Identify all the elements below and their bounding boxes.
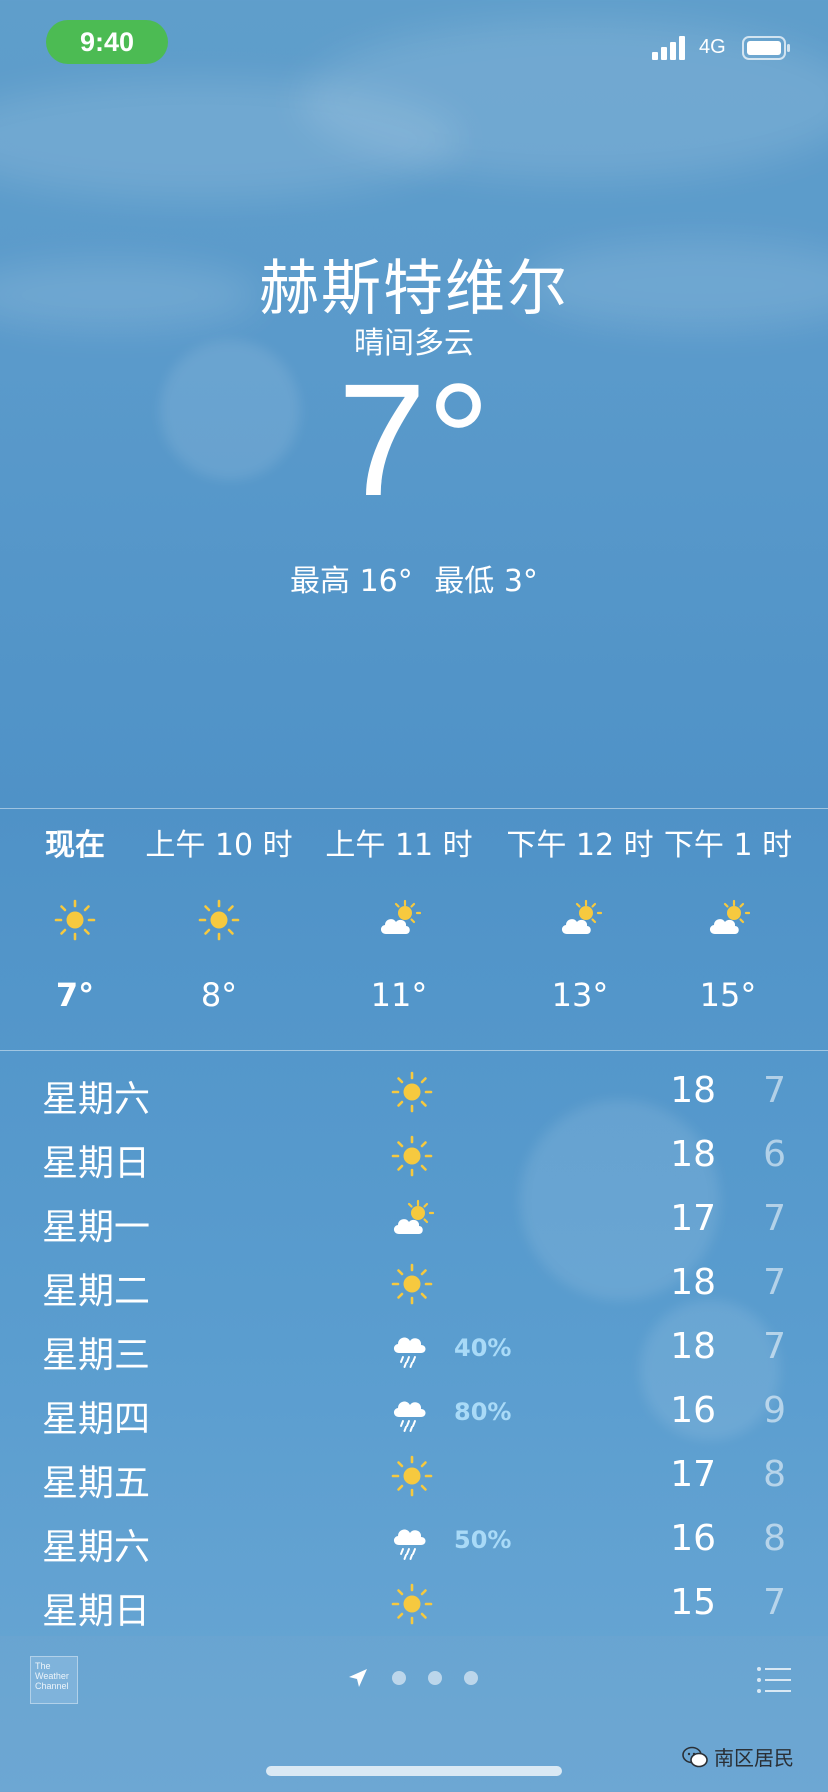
- precipitation-chance: 50%: [454, 1526, 512, 1554]
- high-temperature: 18: [670, 1134, 716, 1175]
- hour-label: 下午 1 时: [663, 828, 793, 863]
- rain-icon: [390, 1518, 434, 1562]
- city-name: 赫斯特维尔: [259, 254, 569, 324]
- daily-row: 星期二 18 7: [0, 1252, 828, 1316]
- partly-cloudy-icon: [558, 898, 602, 942]
- day-name: 星期日: [42, 1591, 151, 1632]
- rain-icon: [390, 1390, 434, 1434]
- partly-cloudy-icon: [377, 898, 421, 942]
- day-name: 星期四: [42, 1399, 151, 1440]
- daily-row: 星期日 18 6: [0, 1124, 828, 1188]
- rain-icon: [390, 1326, 434, 1370]
- low-temperature: 8: [763, 1518, 786, 1559]
- home-indicator[interactable]: [266, 1766, 562, 1776]
- low-temperature: 7: [763, 1070, 786, 1111]
- low-temperature: 7: [763, 1262, 786, 1303]
- high-temperature: 15: [670, 1582, 716, 1623]
- high-temperature: 18: [670, 1262, 716, 1303]
- sun-icon: [390, 1454, 434, 1498]
- precipitation-chance: 40%: [454, 1334, 512, 1362]
- list-icon[interactable]: [756, 1666, 792, 1694]
- status-time[interactable]: 9:40: [46, 20, 168, 64]
- high-temperature: 18: [670, 1326, 716, 1367]
- sun-icon: [197, 898, 241, 942]
- signal-icon: [652, 36, 685, 60]
- hour-label: 上午 11 时: [325, 828, 473, 863]
- location-arrow-icon: [349, 1669, 367, 1687]
- hourly-forecast[interactable]: 现在 7° 上午 10 时 8° 上午 11 时 11° 下午 12 时 13°…: [0, 808, 828, 1048]
- page-indicator[interactable]: [346, 1666, 478, 1690]
- wechat-icon: [682, 1746, 708, 1767]
- high-temperature: 17: [670, 1454, 716, 1495]
- high-temperature: 18: [670, 1070, 716, 1111]
- low-temperature: 9: [763, 1390, 786, 1431]
- precipitation-chance: 80%: [454, 1398, 512, 1426]
- page-dot[interactable]: [464, 1671, 478, 1685]
- high-temperature: 16: [670, 1390, 716, 1431]
- sun-icon: [390, 1134, 434, 1178]
- sun-icon: [390, 1582, 434, 1626]
- day-name: 星期五: [42, 1463, 151, 1504]
- hour-item: 上午 10 时 8°: [124, 808, 314, 1014]
- status-bar: 9:40 4G: [0, 0, 828, 90]
- daily-row: 星期六 50% 16 8: [0, 1508, 828, 1572]
- partly-cloudy-icon: [706, 898, 750, 942]
- hour-temperature: 11°: [370, 976, 428, 1014]
- daily-row: 星期三 40% 18 7: [0, 1316, 828, 1380]
- hour-temperature: 8°: [200, 976, 238, 1014]
- battery-icon: [742, 36, 790, 60]
- day-name: 星期二: [42, 1271, 151, 1312]
- day-name: 星期六: [42, 1079, 151, 1120]
- sun-icon: [390, 1070, 434, 1114]
- hour-label: 上午 10 时: [145, 828, 293, 863]
- high-temperature: 17: [670, 1198, 716, 1239]
- sun-icon: [390, 1262, 434, 1306]
- low-temperature: 8: [763, 1454, 786, 1495]
- low-temperature: 最低 3°: [434, 564, 538, 599]
- hour-item: 下午 1 时 15°: [642, 808, 814, 1014]
- page-dot[interactable]: [392, 1671, 406, 1685]
- day-name: 星期日: [42, 1143, 151, 1184]
- day-name: 星期六: [42, 1527, 151, 1568]
- divider: [0, 1050, 828, 1051]
- watermark-text: 南区居民: [714, 1746, 794, 1770]
- low-temperature: 6: [763, 1134, 786, 1175]
- current-temperature: 7°: [337, 350, 491, 529]
- daily-row: 星期四 80% 16 9: [0, 1380, 828, 1444]
- watermark: 南区居民: [682, 1742, 794, 1771]
- daily-row: 星期五 17 8: [0, 1444, 828, 1508]
- high-temperature: 16: [670, 1518, 716, 1559]
- low-temperature: 7: [763, 1326, 786, 1367]
- day-name: 星期三: [42, 1335, 151, 1376]
- hour-temperature: 15°: [699, 976, 757, 1014]
- low-temperature: 7: [763, 1198, 786, 1239]
- daily-row: 星期日 15 7: [0, 1572, 828, 1636]
- daily-row: 星期一 17 7: [0, 1188, 828, 1252]
- low-temperature: 7: [763, 1582, 786, 1623]
- daily-row: 星期六 18 7: [0, 1060, 828, 1124]
- weather-channel-logo[interactable]: The Weather Channel: [30, 1656, 78, 1704]
- hour-item: 上午 11 时 11°: [304, 808, 494, 1014]
- high-temperature: 最高 16°: [290, 564, 413, 599]
- partly-cloudy-icon: [390, 1198, 434, 1242]
- high-low-temperature: 最高 16° 最低 3°: [0, 556, 828, 600]
- network-type: 4G: [699, 36, 726, 58]
- sun-icon: [53, 898, 97, 942]
- day-name: 星期一: [42, 1207, 151, 1248]
- page-dot[interactable]: [428, 1671, 442, 1685]
